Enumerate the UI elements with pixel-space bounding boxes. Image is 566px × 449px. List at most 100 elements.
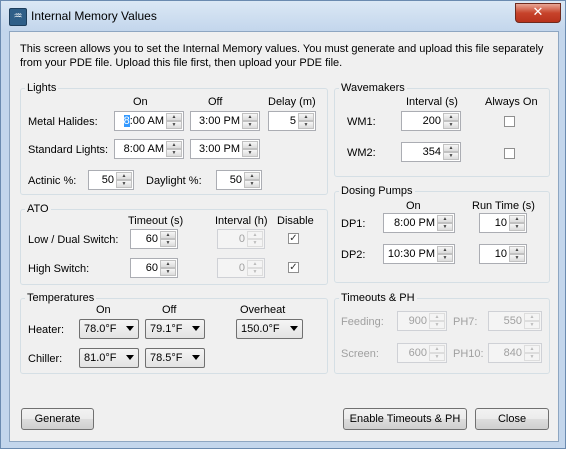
low-switch-interval: 0 ▲ ▼: [217, 229, 265, 249]
spin-up-icon[interactable]: ▲: [160, 260, 176, 268]
spin-up-icon[interactable]: ▲: [437, 246, 453, 254]
spin-down-icon[interactable]: ▼: [509, 254, 525, 262]
ph7-value-field: 550 ▲ ▼: [488, 311, 542, 331]
chevron-down-icon: [192, 326, 200, 331]
spin-down-icon[interactable]: ▼: [298, 121, 314, 129]
ato-timeout-header: Timeout (s): [128, 215, 184, 227]
chiller-label: Chiller:: [28, 353, 63, 365]
metal-halides-delay[interactable]: 5 ▲ ▼: [268, 111, 316, 131]
actinic-label: Actinic %:: [28, 175, 77, 187]
enable-timeouts-button[interactable]: Enable Timeouts & PH: [343, 408, 467, 430]
spin-down-icon[interactable]: ▼: [244, 180, 260, 188]
daylight-label: Daylight %:: [146, 175, 202, 187]
low-switch-disable-checkbox[interactable]: ✓: [288, 233, 299, 244]
dp2-on-time[interactable]: 10:30 PM ▲ ▼: [383, 244, 455, 264]
spin-up-icon[interactable]: ▲: [509, 215, 525, 223]
dialog-body: This screen allows you to set the Intern…: [9, 31, 559, 442]
spin-up-icon[interactable]: ▲: [443, 113, 459, 121]
ph7-value: 550: [503, 315, 522, 327]
metal-halides-on-time[interactable]: 8:00 AM ▲ ▼: [114, 111, 184, 131]
main-window: ♒ Internal Memory Values ✕ This screen a…: [0, 0, 566, 449]
wm1-always-on-checkbox[interactable]: [504, 116, 515, 127]
temp-off-header: Off: [162, 304, 177, 316]
ato-interval-header: Interval (h): [215, 215, 268, 227]
spin-down-icon: ▼: [429, 353, 445, 361]
high-switch-interval: 0 ▲ ▼: [217, 258, 265, 278]
spin-down-icon[interactable]: ▼: [242, 121, 258, 129]
heater-off-dropdown[interactable]: 79.1°F: [145, 319, 205, 339]
actinic-percent[interactable]: 50 ▲ ▼: [88, 170, 134, 190]
chiller-off-dropdown[interactable]: 78.5°F: [145, 348, 205, 368]
feeding-timeout: 900 ▲ ▼: [397, 311, 447, 331]
dosing-pumps-legend: Dosing Pumps: [341, 185, 413, 197]
high-switch-label: High Switch:: [28, 263, 90, 275]
spin-down-icon[interactable]: ▼: [160, 239, 176, 247]
ph10-label: PH10:: [453, 348, 484, 360]
overheat-value: 150.0°F: [241, 323, 280, 335]
heater-on-dropdown[interactable]: 78.0°F: [79, 319, 139, 339]
spin-down-icon[interactable]: ▼: [160, 268, 176, 276]
wavemakers-always-on-header: Always On: [485, 96, 538, 108]
spin-up-icon[interactable]: ▲: [509, 246, 525, 254]
wm1-label: WM1:: [347, 116, 376, 128]
spin-up-icon: ▲: [247, 231, 263, 239]
standard-lights-on-time[interactable]: 8:00 AM ▲ ▼: [114, 139, 184, 159]
dp2-runtime[interactable]: 10 ▲ ▼: [479, 244, 527, 264]
spin-up-icon[interactable]: ▲: [166, 141, 182, 149]
spin-down-icon[interactable]: ▼: [166, 149, 182, 157]
spin-up-icon: ▲: [524, 313, 540, 321]
standard-lights-on-value: 8:00 AM: [123, 143, 164, 155]
wm1-interval-value: 200: [422, 115, 441, 127]
wm2-interval[interactable]: 354 ▲ ▼: [401, 142, 461, 162]
standard-lights-off-value: 3:00 PM: [199, 143, 240, 155]
generate-button[interactable]: Generate: [21, 408, 94, 430]
high-switch-disable-checkbox[interactable]: ✓: [288, 262, 299, 273]
spin-down-icon[interactable]: ▼: [166, 121, 182, 129]
lights-delay-header: Delay (m): [268, 96, 316, 108]
close-button[interactable]: Close: [475, 408, 549, 430]
wm2-interval-value: 354: [422, 146, 441, 158]
spin-down-icon[interactable]: ▼: [443, 121, 459, 129]
feeding-value: 900: [408, 315, 427, 327]
chiller-on-dropdown[interactable]: 81.0°F: [79, 348, 139, 368]
lights-on-header: On: [133, 96, 148, 108]
spin-up-icon[interactable]: ▲: [242, 141, 258, 149]
close-icon: ✕: [532, 5, 544, 20]
spin-up-icon[interactable]: ▲: [242, 113, 258, 121]
spin-up-icon[interactable]: ▲: [244, 172, 260, 180]
dp1-on-time[interactable]: 8:00 PM ▲ ▼: [383, 213, 455, 233]
spin-up-icon: ▲: [247, 260, 263, 268]
spin-up-icon[interactable]: ▲: [160, 231, 176, 239]
screen-timeout: 600 ▲ ▼: [397, 343, 447, 363]
metal-halides-delay-value: 5: [289, 115, 296, 127]
high-switch-timeout[interactable]: 60 ▲ ▼: [130, 258, 178, 278]
temp-overheat-header: Overheat: [240, 304, 286, 316]
spin-up-icon[interactable]: ▲: [166, 113, 182, 121]
spin-down-icon[interactable]: ▼: [437, 254, 453, 262]
spin-down-icon[interactable]: ▼: [437, 223, 453, 231]
spin-down-icon[interactable]: ▼: [443, 152, 459, 160]
dp1-runtime[interactable]: 10 ▲ ▼: [479, 213, 527, 233]
ph10-value-field: 840 ▲ ▼: [488, 343, 542, 363]
overheat-dropdown[interactable]: 150.0°F: [236, 319, 303, 339]
wm1-interval[interactable]: 200 ▲ ▼: [401, 111, 461, 131]
spin-down-icon[interactable]: ▼: [509, 223, 525, 231]
spin-down-icon[interactable]: ▼: [116, 180, 132, 188]
spin-up-icon[interactable]: ▲: [443, 144, 459, 152]
spin-up-icon[interactable]: ▲: [116, 172, 132, 180]
spin-down-icon[interactable]: ▼: [242, 149, 258, 157]
dp1-runtime-value: 10: [494, 217, 507, 229]
window-close-button[interactable]: ✕: [515, 3, 561, 23]
metal-halides-off-time[interactable]: 3:00 PM ▲ ▼: [190, 111, 260, 131]
app-icon: ♒: [9, 8, 27, 26]
low-switch-label: Low / Dual Switch:: [28, 234, 119, 246]
low-switch-timeout[interactable]: 60 ▲ ▼: [130, 229, 178, 249]
standard-lights-off-time[interactable]: 3:00 PM ▲ ▼: [190, 139, 260, 159]
title-bar[interactable]: ♒ Internal Memory Values ✕: [1, 1, 566, 33]
temperatures-legend: Temperatures: [27, 292, 95, 304]
wm2-always-on-checkbox[interactable]: [504, 148, 515, 159]
spin-up-icon[interactable]: ▲: [437, 215, 453, 223]
spin-up-icon[interactable]: ▲: [298, 113, 314, 121]
chiller-off-value: 78.5°F: [150, 352, 183, 364]
daylight-percent[interactable]: 50 ▲ ▼: [216, 170, 262, 190]
